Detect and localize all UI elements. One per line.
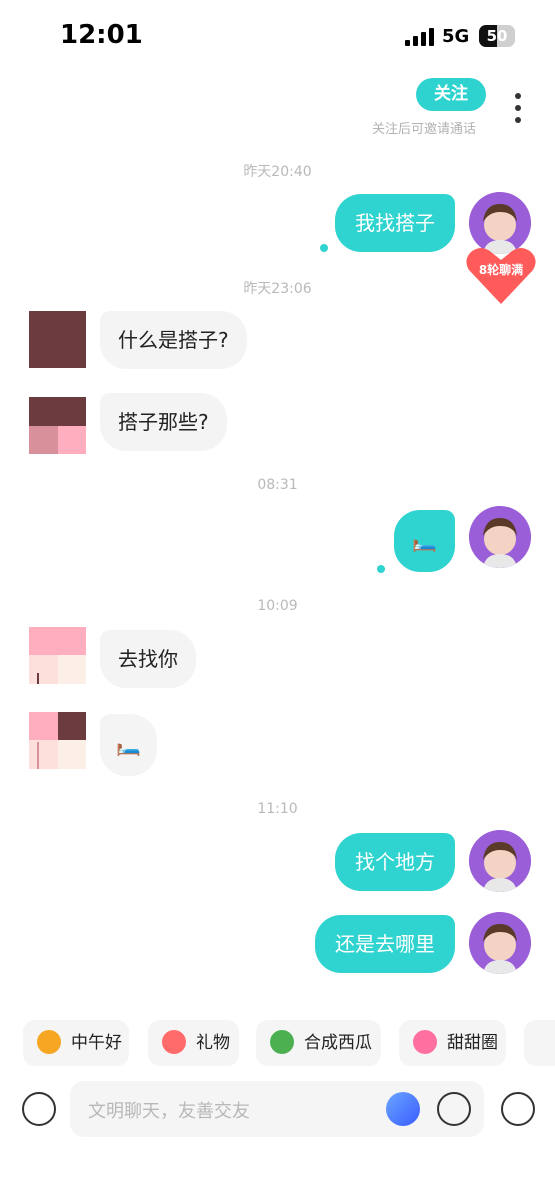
donut-icon (413, 1029, 437, 1054)
status-time: 12:01 (60, 20, 143, 50)
unread-dot (320, 244, 328, 252)
watermelon-icon (270, 1029, 294, 1054)
message-bubble-received[interactable]: 🛏️ (100, 714, 157, 776)
battery-icon: 50 (479, 25, 515, 47)
timestamp: 10:09 (257, 598, 298, 614)
timestamp: 昨天20:40 (243, 164, 312, 180)
signal-icon (405, 28, 435, 46)
message-bubble-sent[interactable]: 🛏️ (394, 510, 455, 572)
timestamp: 昨天23:06 (243, 281, 312, 297)
voice-input-icon[interactable] (22, 1092, 56, 1126)
plus-icon[interactable] (501, 1092, 535, 1126)
chip-label: 礼物 (196, 1033, 230, 1053)
message-bubble-received[interactable]: 什么是搭子? (100, 311, 247, 369)
chat-rounds-badge: 8轮聊满 (478, 263, 524, 277)
follow-button[interactable]: 关注 (416, 78, 486, 111)
follow-hint: 关注后可邀请通话 (372, 122, 477, 137)
sun-sunglasses-icon (37, 1029, 61, 1054)
quick-chip-more[interactable] (524, 1020, 555, 1066)
ai-assistant-icon[interactable] (386, 1092, 420, 1126)
quick-chip-gift[interactable]: 礼物 (148, 1020, 239, 1066)
message-bubble-received[interactable]: 搭子那些? (100, 393, 227, 451)
quick-chip-good-noon[interactable]: 中午好 (23, 1020, 129, 1066)
chip-label: 合成西瓜 (304, 1033, 372, 1053)
my-avatar[interactable] (469, 912, 531, 974)
quick-chip-watermelon-game[interactable]: 合成西瓜 (256, 1020, 381, 1066)
input-placeholder: 文明聊天，友善交友 (88, 1101, 250, 1122)
message-bubble-received[interactable]: 去找你 (100, 630, 196, 688)
more-options-icon[interactable] (512, 93, 524, 123)
timestamp: 08:31 (257, 477, 298, 493)
contact-avatar[interactable] (29, 311, 86, 368)
gift-icon (162, 1029, 186, 1054)
contact-avatar[interactable] (29, 712, 86, 769)
message-bubble-sent[interactable]: 找个地方 (335, 833, 455, 891)
network-type: 5G (442, 26, 470, 47)
message-bubble-sent[interactable]: 我找搭子 (335, 194, 455, 252)
contact-avatar[interactable] (29, 627, 86, 684)
my-avatar[interactable] (469, 192, 531, 254)
message-bubble-sent[interactable]: 还是去哪里 (315, 915, 455, 973)
chip-label: 甜甜圈 (447, 1033, 498, 1053)
battery-level: 50 (486, 27, 508, 45)
my-avatar[interactable] (469, 830, 531, 892)
timestamp: 11:10 (257, 801, 298, 817)
emoji-icon[interactable] (437, 1092, 471, 1126)
quick-chip-donut[interactable]: 甜甜圈 (399, 1020, 506, 1066)
contact-avatar[interactable] (29, 397, 86, 454)
unread-dot (377, 565, 385, 573)
chip-label: 中午好 (71, 1033, 122, 1053)
my-avatar[interactable] (469, 506, 531, 568)
